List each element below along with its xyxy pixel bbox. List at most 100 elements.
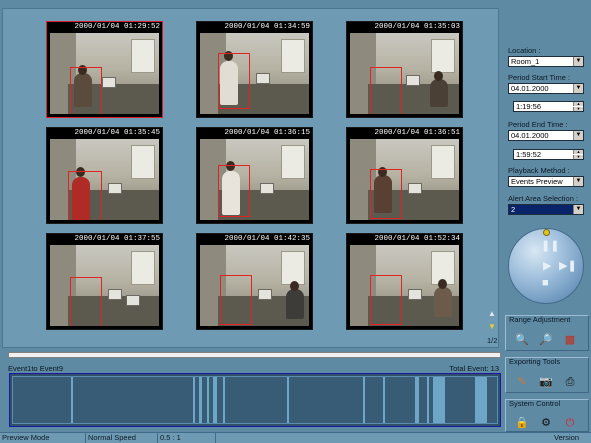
chevron-down-icon[interactable]: ▼: [573, 205, 583, 214]
period-start-time-stepper[interactable]: 1:19:56 ▲ ▼: [513, 101, 584, 112]
alert-area-select[interactable]: 2 ▼: [508, 204, 584, 215]
camera-image: [200, 33, 309, 114]
event-timeline[interactable]: [9, 373, 501, 427]
thumbnail-timestamp: 2000/01/04 01:36:51: [374, 129, 460, 137]
thumbnail-timestamp: 2000/01/04 01:35:45: [74, 129, 160, 137]
alert-area-box: [70, 277, 102, 326]
event-thumbnail-8[interactable]: 2000/01/04 01:42:35: [196, 233, 313, 330]
chevron-down-icon[interactable]: ▼: [573, 57, 583, 66]
printer-icon[interactable]: ⎙: [563, 375, 577, 389]
period-end-date-select[interactable]: 04.01.2000 ▼: [508, 130, 584, 141]
spin-down-icon[interactable]: ▼: [573, 155, 583, 159]
event-marker[interactable]: [415, 377, 419, 423]
stop-icon[interactable]: ■: [542, 277, 549, 289]
thumbnail-panel: 2000/01/04 01:29:52 2000/01/04 01:34:59 …: [2, 8, 499, 348]
period-start-label: Period Start Time :: [508, 73, 571, 82]
location-value: Room_1: [511, 57, 540, 66]
play-icon[interactable]: ▶: [543, 259, 551, 272]
event-marker[interactable]: [475, 377, 487, 423]
event-thumbnail-6[interactable]: 2000/01/04 01:36:51: [346, 127, 463, 224]
period-end-date-value: 04.01.2000: [511, 131, 549, 140]
camera-image: [50, 245, 159, 326]
event-marker[interactable]: [213, 377, 217, 423]
status-mode: Preview Mode: [0, 433, 86, 443]
lock-icon[interactable]: 🔒: [515, 416, 529, 430]
thumbnail-timestamp: 2000/01/04 01:29:52: [74, 23, 160, 31]
period-end-time-value: 1:59:52: [516, 150, 542, 159]
thumbnail-timestamp: 2000/01/04 01:37:55: [74, 235, 160, 243]
thumbnail-timestamp: 2000/01/04 01:35:03: [374, 23, 460, 31]
event-thumbnail-5[interactable]: 2000/01/04 01:36:15: [196, 127, 313, 224]
page-indicator: 1/2: [487, 336, 498, 345]
alert-area-label: Alert Area Selection :: [508, 194, 579, 203]
event-marker[interactable]: [363, 377, 365, 423]
page-next-icon[interactable]: ▼: [488, 322, 496, 331]
event-marker[interactable]: [383, 377, 385, 423]
alert-area-box: [218, 165, 250, 217]
page-scroll-icon[interactable]: ▲: [488, 309, 496, 318]
event-marker[interactable]: [71, 377, 73, 423]
event-marker[interactable]: [287, 377, 289, 423]
alert-area-value: 2: [511, 205, 516, 214]
playback-dial: ❚❚ ▶ ▶❚ ■: [508, 228, 584, 304]
period-end-time-stepper[interactable]: 1:59:52 ▲ ▼: [513, 149, 584, 160]
camera-image: [350, 139, 459, 220]
thumbnail-timestamp: 2000/01/04 01:34:59: [224, 23, 310, 31]
camera-snapshot-icon[interactable]: 📷: [539, 375, 553, 389]
period-end-label: Period End Time :: [508, 120, 568, 129]
playback-method-select[interactable]: Events Preview ▼: [508, 176, 584, 187]
color-palette-icon[interactable]: ▩: [563, 333, 577, 347]
camera-image: [350, 245, 459, 326]
pause-icon[interactable]: ❚❚: [541, 239, 559, 252]
status-ratio: 0.5 : 1: [158, 433, 216, 443]
event-thumbnail-3[interactable]: 2000/01/04 01:35:03: [346, 21, 463, 118]
status-speed: Normal Speed: [86, 433, 158, 443]
period-start-time-value: 1:19:56: [516, 102, 542, 111]
event-thumbnail-1[interactable]: 2000/01/04 01:29:52: [46, 21, 163, 118]
event-range-label: Event1to Event9: [8, 364, 64, 373]
chevron-down-icon[interactable]: ▼: [573, 84, 583, 93]
system-control-group: System Control 🔒 ⚙ ⏻: [505, 399, 589, 432]
status-led-icon: [543, 229, 550, 236]
range-adjustment-group: Range Adjustment 🔍 🔎 ▩: [505, 315, 589, 351]
event-thumbnail-2[interactable]: 2000/01/04 01:34:59: [196, 21, 313, 118]
status-version: Version 1.9: [554, 433, 580, 442]
thumbnail-timestamp: 2000/01/04 01:42:35: [224, 235, 310, 243]
exporting-tools-group: Exporting Tools ✎ 📷 ⎙: [505, 357, 589, 393]
export-video-icon[interactable]: ✎: [515, 375, 529, 389]
power-icon[interactable]: ⏻: [563, 416, 577, 430]
camera-image: [200, 245, 309, 326]
event-thumbnail-7[interactable]: 2000/01/04 01:37:55: [46, 233, 163, 330]
playback-method-value: Events Preview: [511, 177, 563, 186]
event-thumbnail-9[interactable]: 2000/01/04 01:52:34: [346, 233, 463, 330]
camera-image: [350, 33, 459, 114]
event-marker[interactable]: [427, 377, 429, 423]
time-range-slider[interactable]: [8, 352, 501, 358]
location-label: Location :: [508, 46, 541, 55]
chevron-down-icon[interactable]: ▼: [573, 131, 583, 140]
alert-area-box: [218, 53, 250, 109]
chevron-down-icon[interactable]: ▼: [573, 177, 583, 186]
event-marker[interactable]: [199, 377, 202, 423]
location-select[interactable]: Room_1 ▼: [508, 56, 584, 67]
alert-area-box: [70, 67, 102, 114]
total-events-label: Total Event: 13: [449, 364, 499, 373]
status-bar: Preview Mode Normal Speed 0.5 : 1 Versio…: [0, 432, 591, 443]
event-marker[interactable]: [207, 377, 209, 423]
zoom-in-icon[interactable]: 🔍: [515, 333, 529, 347]
camera-image: [50, 33, 159, 114]
alert-area-box: [370, 67, 402, 114]
zoom-out-icon[interactable]: 🔎: [539, 333, 553, 347]
event-thumbnail-4[interactable]: 2000/01/04 01:35:45: [46, 127, 163, 224]
event-header: Event1to Event9 Total Event: 13: [8, 364, 501, 373]
step-forward-icon[interactable]: ▶❚: [559, 259, 577, 272]
thumbnail-timestamp: 2000/01/04 01:36:15: [224, 129, 310, 137]
user-settings-icon[interactable]: ⚙: [539, 416, 553, 430]
event-marker[interactable]: [433, 377, 445, 423]
camera-image: [200, 139, 309, 220]
spin-down-icon[interactable]: ▼: [573, 107, 583, 111]
period-start-date-select[interactable]: 04.01.2000 ▼: [508, 83, 584, 94]
alert-area-box: [220, 275, 252, 325]
event-marker[interactable]: [193, 377, 195, 423]
event-marker[interactable]: [223, 377, 225, 423]
